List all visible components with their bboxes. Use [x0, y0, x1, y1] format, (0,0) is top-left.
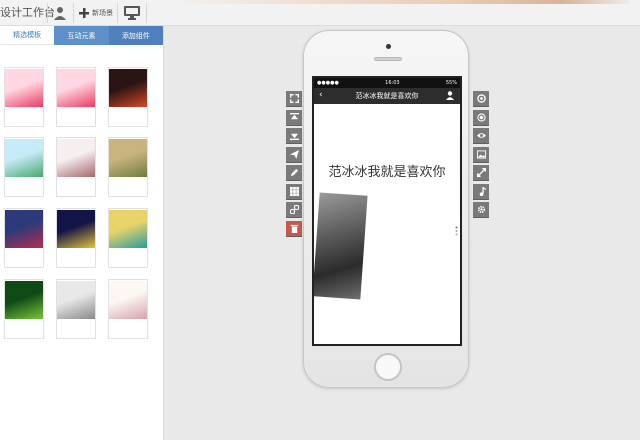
settings-button[interactable]	[473, 91, 489, 107]
status-bar: ●●●●● 16:03 55%	[314, 78, 460, 88]
divider	[47, 3, 48, 23]
preview-button[interactable]	[124, 2, 140, 24]
template-thumbnail	[109, 281, 147, 319]
image-icon	[476, 150, 486, 159]
template-card[interactable]	[56, 279, 96, 339]
divider	[146, 3, 147, 23]
status-time: 16:03	[385, 80, 400, 86]
phone-nav-bar: ‹ 范冰冰我就是喜欢你	[314, 88, 460, 104]
monitor-icon	[124, 6, 140, 20]
template-thumbnail	[57, 281, 95, 319]
template-thumbnail	[5, 210, 43, 248]
template-card[interactable]	[4, 137, 44, 197]
template-card[interactable]	[4, 279, 44, 339]
settings-icon	[476, 94, 486, 103]
template-card[interactable]	[108, 208, 148, 268]
fullscreen-icon	[289, 94, 299, 103]
edit-button[interactable]	[286, 165, 302, 181]
phone-screen[interactable]: ●●●●● 16:03 55% ‹ 范冰冰我就是喜欢你 范冰冰我就是喜欢你	[312, 76, 462, 346]
trash-icon	[290, 224, 298, 233]
template-thumbnail	[57, 210, 95, 248]
image-button[interactable]	[473, 147, 489, 163]
top-bar: 设计工作台 新场景	[0, 0, 640, 26]
home-button[interactable]	[374, 353, 402, 381]
divider	[117, 3, 118, 23]
template-card[interactable]	[108, 137, 148, 197]
eye-icon	[476, 133, 486, 138]
music-icon	[479, 187, 486, 196]
user-icon[interactable]	[446, 91, 454, 100]
gear-icon	[477, 205, 485, 214]
carrier-signal: ●●●●●	[317, 80, 339, 86]
template-thumbnail	[5, 281, 43, 319]
delete-button[interactable]	[286, 221, 302, 237]
edit-icon	[290, 168, 298, 177]
link-icon	[289, 205, 299, 214]
phone-speaker	[374, 57, 402, 61]
music-button[interactable]	[473, 184, 489, 200]
grid-button[interactable]	[286, 184, 302, 200]
divider	[73, 3, 74, 23]
page-headline[interactable]: 范冰冰我就是喜欢你	[314, 161, 460, 180]
tab-interactive-elements[interactable]: 互动元素	[54, 26, 109, 45]
template-card[interactable]	[108, 279, 148, 339]
align-top-button[interactable]	[286, 110, 302, 126]
tab-add-components[interactable]: 添加组件	[108, 26, 163, 45]
grid-icon	[289, 187, 299, 196]
template-card[interactable]	[4, 67, 44, 127]
template-card[interactable]	[108, 67, 148, 127]
template-card[interactable]	[4, 208, 44, 268]
template-card[interactable]	[56, 137, 96, 197]
back-chevron-icon[interactable]: ‹	[319, 90, 323, 100]
template-card[interactable]	[56, 208, 96, 268]
template-thumbnail	[57, 139, 95, 177]
tab-featured-templates[interactable]: 精选模板	[0, 26, 55, 45]
target-button[interactable]	[473, 110, 489, 126]
panel-tabs: 精选模板 互动元素 添加组件	[0, 26, 163, 45]
template-panel: 精选模板 互动元素 添加组件	[0, 26, 164, 440]
target-icon	[476, 113, 486, 122]
new-scene-label: 新场景	[92, 9, 113, 17]
user-icon	[54, 7, 66, 20]
template-thumbnail	[5, 69, 43, 107]
expand-icon	[476, 168, 486, 177]
template-thumbnail	[109, 69, 147, 107]
link-button[interactable]	[286, 202, 302, 218]
expand-button[interactable]	[473, 165, 489, 181]
phone-preview: ●●●●● 16:03 55% ‹ 范冰冰我就是喜欢你 范冰冰我就是喜欢你	[303, 30, 469, 388]
scroll-indicator	[455, 226, 458, 236]
send-button[interactable]	[286, 147, 302, 163]
plus-icon	[79, 8, 89, 18]
template-card[interactable]	[56, 67, 96, 127]
nav-title: 范冰冰我就是喜欢你	[355, 92, 419, 100]
template-thumbnail	[109, 210, 147, 248]
battery-level: 55%	[445, 80, 457, 86]
preview-eye-button[interactable]	[473, 128, 489, 144]
photo-element[interactable]	[314, 192, 368, 300]
decorative-banner	[180, 0, 630, 4]
user-button[interactable]	[54, 2, 66, 24]
template-thumbnail	[109, 139, 147, 177]
phone-camera	[386, 44, 391, 49]
align-top-icon	[289, 113, 299, 120]
new-scene-button[interactable]: 新场景	[79, 2, 113, 24]
gear-button[interactable]	[473, 202, 489, 218]
template-thumbnail	[57, 69, 95, 107]
send-icon	[289, 150, 299, 159]
template-thumbnail	[5, 139, 43, 177]
fullscreen-button[interactable]	[286, 91, 302, 107]
align-bottom-icon	[289, 133, 299, 140]
align-bottom-button[interactable]	[286, 128, 302, 144]
